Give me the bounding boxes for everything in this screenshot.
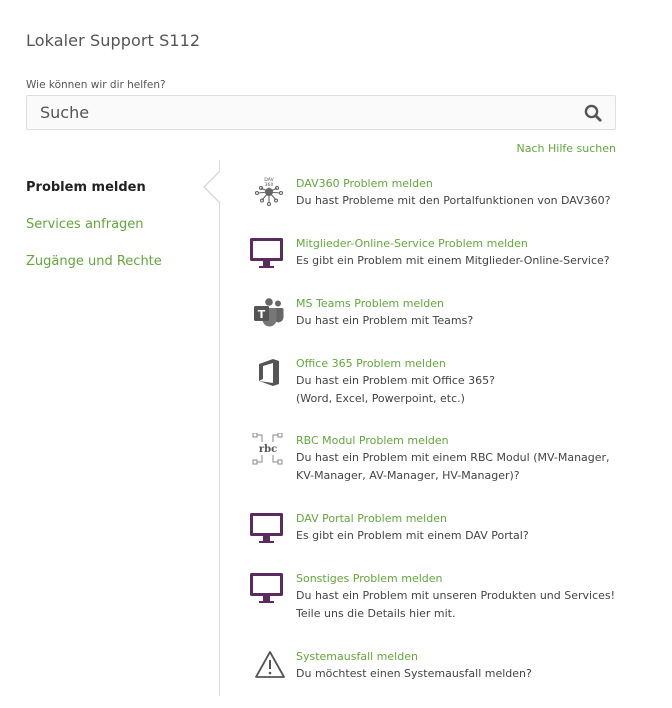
warning-icon: [255, 651, 285, 678]
request-item-title[interactable]: Sonstiges Problem melden: [296, 571, 626, 586]
monitor-icon: [250, 238, 283, 268]
monitor-icon: [250, 513, 283, 543]
monitor-icon: [250, 573, 283, 603]
request-item-description: Es gibt ein Problem mit einem Mitglieder…: [296, 254, 610, 267]
request-item-description: Es gibt ein Problem mit einem DAV Portal…: [296, 529, 529, 542]
teams-icon: T: [254, 298, 284, 327]
request-item-description: Du hast ein Problem mit Office 365? (Wor…: [296, 374, 495, 405]
request-item-description: Du hast ein Problem mit Teams?: [296, 314, 474, 327]
request-item-title[interactable]: Office 365 Problem melden: [296, 356, 626, 371]
request-item-title[interactable]: Mitglieder-Online-Service Problem melden: [296, 236, 626, 251]
search-label: Wie können wir dir helfen?: [26, 79, 166, 91]
svg-text:rbc: rbc: [259, 444, 277, 455]
request-item-description: Du hast ein Problem mit unseren Produkte…: [296, 589, 616, 620]
sidebar: Problem melden Services anfragen Zugänge…: [26, 178, 206, 289]
help-search-link[interactable]: Nach Hilfe suchen: [517, 142, 616, 155]
sidebar-item-services-anfragen[interactable]: Services anfragen: [26, 215, 206, 252]
request-item-title[interactable]: MS Teams Problem melden: [296, 296, 626, 311]
request-item-title[interactable]: DAV360 Problem melden: [296, 176, 626, 191]
rbc-icon: rbc: [252, 433, 283, 465]
sidebar-item-zugaenge-und-rechte[interactable]: Zugänge und Rechte: [26, 252, 206, 289]
page-title: Lokaler Support S112: [26, 31, 201, 50]
request-item-title[interactable]: DAV Portal Problem melden: [296, 511, 626, 526]
search-input[interactable]: [27, 96, 580, 129]
request-item-description: Du möchtest einen Systemausfall melden?: [296, 667, 532, 680]
svg-text:360: 360: [265, 182, 274, 188]
content-divider: [219, 160, 220, 696]
office-icon: [259, 359, 279, 386]
request-item-title[interactable]: Systemausfall melden: [296, 649, 626, 664]
search-icon[interactable]: [584, 104, 602, 122]
sidebar-item-problem-melden[interactable]: Problem melden: [26, 178, 206, 215]
request-item-description: Du hast Probleme mit den Portalfunktione…: [296, 194, 611, 207]
request-item-description: Du hast ein Problem mit einem RBC Modul …: [296, 451, 610, 482]
request-item-title[interactable]: RBC Modul Problem melden: [296, 433, 626, 448]
dav360-icon: DAV 360: [254, 177, 284, 207]
search-box: [26, 95, 616, 130]
svg-text:T: T: [258, 308, 266, 321]
